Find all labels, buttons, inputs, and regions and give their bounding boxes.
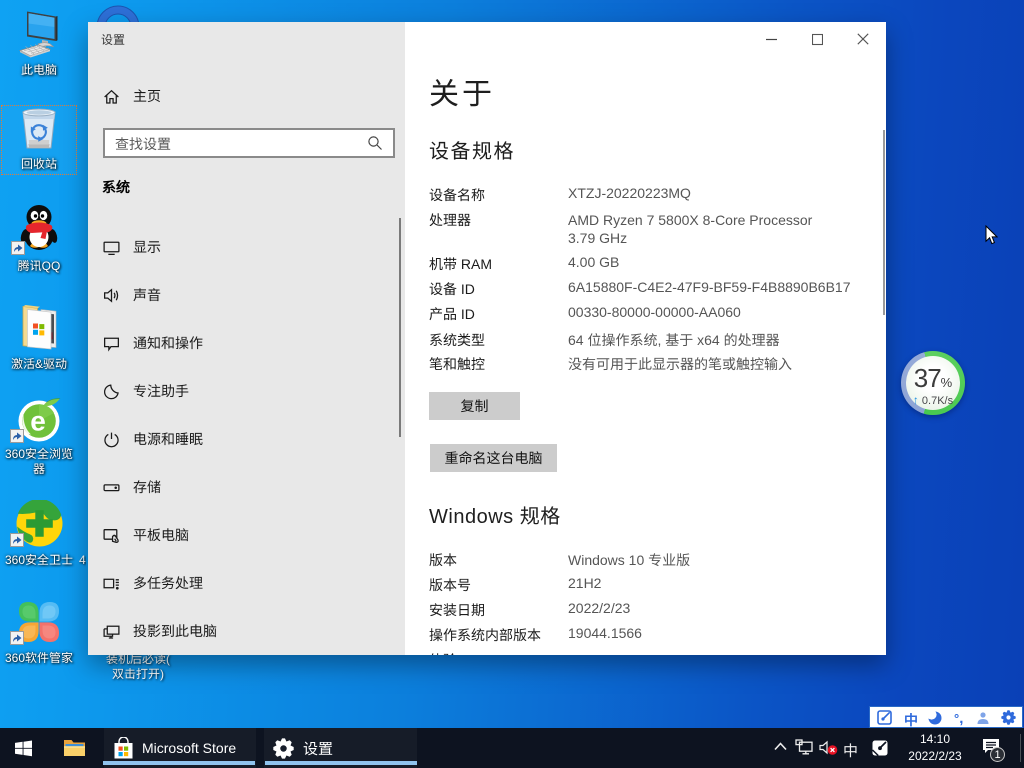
svg-text:e: e — [30, 406, 46, 437]
